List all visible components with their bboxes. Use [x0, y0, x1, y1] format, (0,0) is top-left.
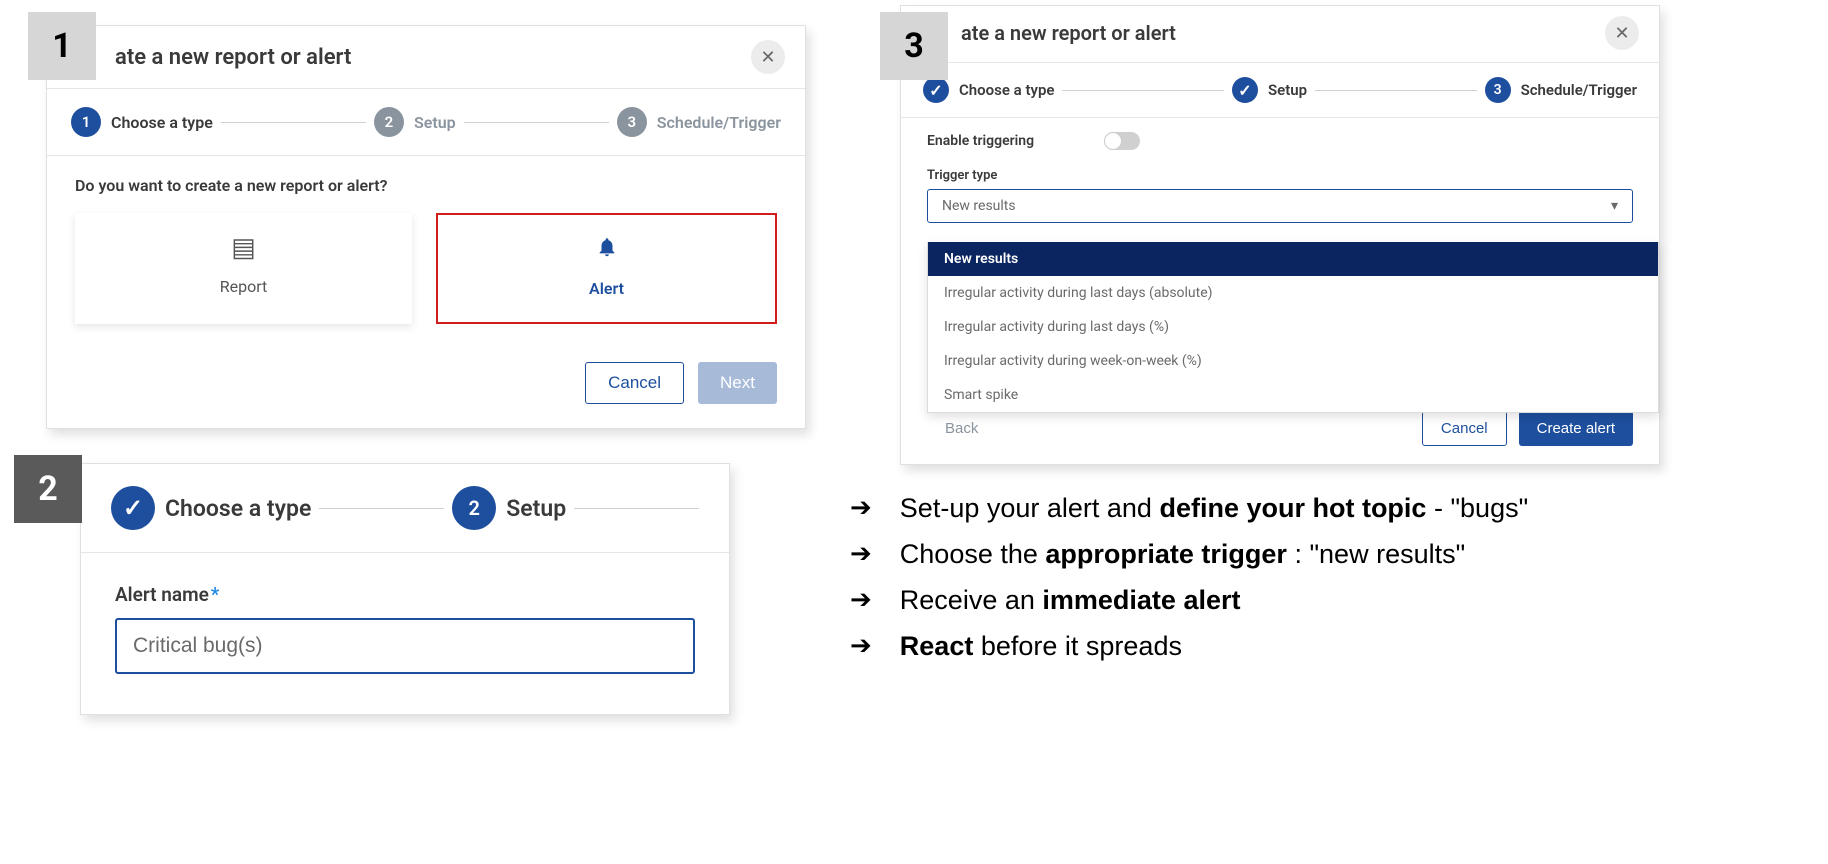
panel2-step-choose-type: Choose a type: [111, 486, 311, 530]
close-button-panel3[interactable]: ✕: [1605, 16, 1639, 50]
panel3-step1-circle: [923, 77, 949, 103]
trigger-type-select[interactable]: New results ▾: [927, 189, 1633, 223]
next-button[interactable]: Next: [698, 362, 777, 404]
panel2-step2-label: Setup: [506, 495, 566, 522]
step1-label: Choose a type: [111, 113, 213, 132]
choice-cards: Report Alert: [75, 213, 777, 324]
instruction-4: ➔ React before it spreads: [850, 628, 1590, 664]
panel-create-report-step2: Choose a type 2 Setup Alert name*: [80, 463, 730, 715]
back-button[interactable]: Back: [927, 412, 996, 445]
panel-create-report-step3: ate a new report or alert ✕ Choose a typ…: [900, 5, 1660, 465]
panel2-body: Alert name*: [81, 553, 729, 714]
panel-create-report-step1: ate a new report or alert ✕ 1 Choose a t…: [46, 25, 806, 429]
step2-circle: 2: [374, 107, 404, 137]
toggle-knob: [1104, 132, 1122, 150]
step3-label: Schedule/Trigger: [657, 113, 781, 132]
create-alert-button[interactable]: Create alert: [1519, 411, 1633, 446]
step-divider: [1062, 90, 1224, 91]
panel3-step-schedule: 3 Schedule/Trigger: [1485, 77, 1637, 103]
card-report-label: Report: [220, 277, 268, 296]
panel3-step2-label: Setup: [1268, 81, 1307, 99]
arrow-icon: ➔: [850, 628, 872, 664]
panel2-step2-circle: 2: [452, 486, 496, 530]
panel1-header: ate a new report or alert ✕: [47, 26, 805, 89]
step-setup: 2 Setup: [374, 107, 456, 137]
step-badge-1-number: 1: [52, 26, 72, 66]
instructions-list: ➔ Set-up your alert and define your hot …: [850, 490, 1590, 674]
trigger-type-label: Trigger type: [927, 168, 1633, 183]
panel3-step-choose-type: Choose a type: [923, 77, 1054, 103]
instruction-2-text: Choose the appropriate trigger : "new re…: [900, 536, 1465, 572]
trigger-type-value: New results: [942, 198, 1016, 214]
step-divider: [221, 122, 366, 123]
panel3-footer-right: Cancel Create alert: [1422, 411, 1633, 446]
panel3-stepper: Choose a type Setup 3 Schedule/Trigger: [901, 63, 1659, 118]
panel1-stepper: 1 Choose a type 2 Setup 3 Schedule/Trigg…: [47, 89, 805, 156]
panel3-step2-circle: [1232, 77, 1258, 103]
alert-name-input[interactable]: [115, 618, 695, 674]
instruction-2: ➔ Choose the appropriate trigger : "new …: [850, 536, 1590, 572]
step1-circle: 1: [71, 107, 101, 137]
alert-name-label-text: Alert name: [115, 583, 209, 606]
panel3-header: ate a new report or alert ✕: [901, 6, 1659, 63]
step-badge-3: 3: [880, 12, 948, 80]
card-alert-label: Alert: [589, 279, 624, 298]
enable-triggering-row: Enable triggering: [927, 132, 1633, 150]
dropdown-option-week-on-week[interactable]: Irregular activity during week-on-week (…: [928, 344, 1658, 378]
panel2-stepper: Choose a type 2 Setup: [81, 464, 729, 553]
bell-icon: [596, 235, 618, 265]
required-asterisk: *: [211, 583, 220, 606]
panel3-step3-label: Schedule/Trigger: [1521, 81, 1637, 99]
arrow-icon: ➔: [850, 536, 872, 572]
step-badge-1: 1: [28, 12, 96, 80]
panel1-title: ate a new report or alert: [75, 45, 351, 70]
step3-circle: 3: [617, 107, 647, 137]
arrow-icon: ➔: [850, 490, 872, 526]
enable-triggering-toggle[interactable]: [1104, 132, 1140, 150]
panel2-step1-label: Choose a type: [165, 495, 311, 522]
instruction-1: ➔ Set-up your alert and define your hot …: [850, 490, 1590, 526]
cancel-button[interactable]: Cancel: [585, 362, 684, 404]
panel1-body: Do you want to create a new report or al…: [47, 156, 805, 344]
step-divider: [319, 508, 444, 509]
panel1-footer: Cancel Next: [47, 344, 805, 428]
step-choose-type: 1 Choose a type: [71, 107, 213, 137]
instruction-1-text: Set-up your alert and define your hot to…: [900, 490, 1528, 526]
report-icon: [231, 233, 256, 263]
step-badge-2: 2: [14, 455, 82, 523]
panel2-step-setup: 2 Setup: [452, 486, 566, 530]
card-report[interactable]: Report: [75, 213, 412, 324]
close-button-panel1[interactable]: ✕: [751, 40, 785, 74]
close-icon: ✕: [760, 47, 775, 68]
panel3-step1-label: Choose a type: [959, 81, 1054, 99]
panel3-step3-circle: 3: [1485, 77, 1511, 103]
step2-label: Setup: [414, 113, 456, 132]
instruction-3: ➔ Receive an immediate alert: [850, 582, 1590, 618]
step-divider: [464, 122, 609, 123]
panel1-question: Do you want to create a new report or al…: [75, 176, 777, 195]
dropdown-option-new-results[interactable]: New results: [928, 242, 1658, 276]
panel3-body: Enable triggering Trigger type New resul…: [901, 118, 1659, 401]
dropdown-option-smart-spike[interactable]: Smart spike: [928, 378, 1658, 412]
step-badge-3-number: 3: [904, 26, 924, 66]
panel3-step-setup: Setup: [1232, 77, 1307, 103]
chevron-down-icon: ▾: [1611, 198, 1618, 214]
step-divider: [574, 508, 699, 509]
enable-triggering-label: Enable triggering: [927, 133, 1034, 149]
trigger-type-dropdown: New results Irregular activity during la…: [927, 242, 1659, 413]
close-icon: ✕: [1614, 23, 1629, 44]
step-badge-2-number: 2: [38, 469, 58, 509]
panel3-title: ate a new report or alert: [961, 21, 1176, 45]
panel2-step1-circle: [111, 486, 155, 530]
instruction-3-text: Receive an immediate alert: [900, 582, 1241, 618]
alert-name-label: Alert name*: [115, 583, 695, 606]
step-schedule: 3 Schedule/Trigger: [617, 107, 781, 137]
arrow-icon: ➔: [850, 582, 872, 618]
instruction-4-text: React before it spreads: [900, 628, 1182, 664]
card-alert[interactable]: Alert: [436, 213, 777, 324]
step-divider: [1315, 90, 1477, 91]
dropdown-option-irregular-percent[interactable]: Irregular activity during last days (%): [928, 310, 1658, 344]
dropdown-option-irregular-absolute[interactable]: Irregular activity during last days (abs…: [928, 276, 1658, 310]
cancel-button-panel3[interactable]: Cancel: [1422, 411, 1507, 446]
